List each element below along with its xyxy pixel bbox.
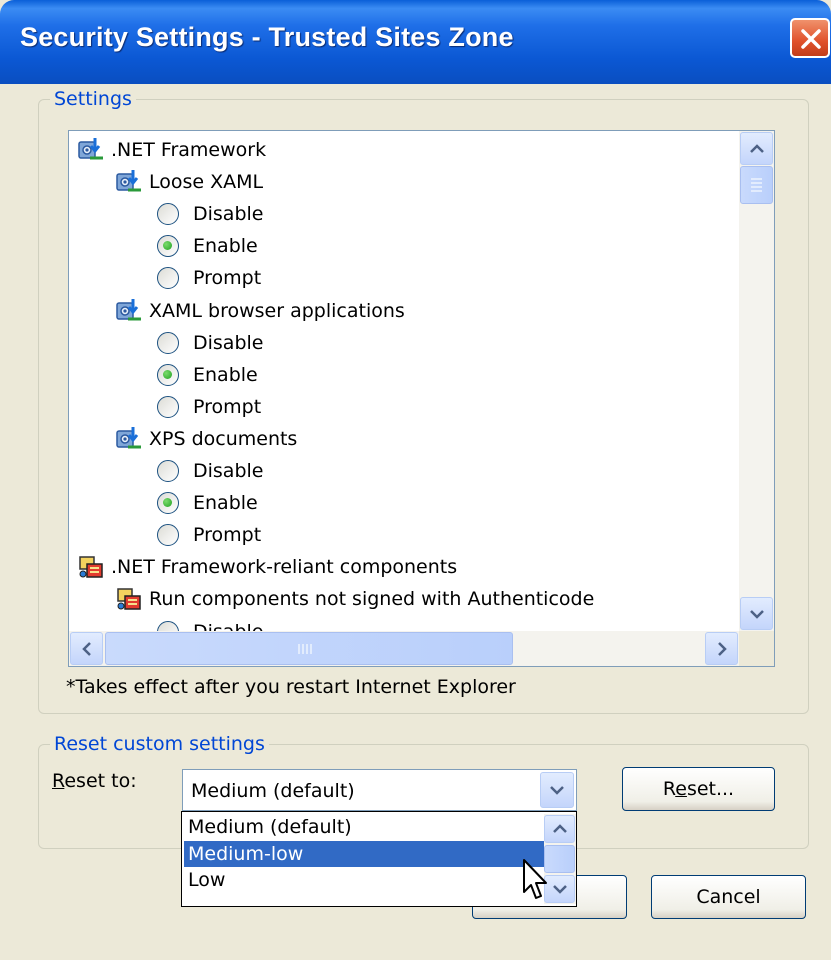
chevron-up-icon <box>749 143 764 153</box>
tree-item-label: Disable <box>193 621 263 632</box>
reset-button-label-part: set... <box>686 778 735 800</box>
cancel-button-label: Cancel <box>696 886 761 908</box>
tree-item-label: Disable <box>193 203 264 226</box>
tree-category: XPS documents <box>115 423 297 455</box>
tree-category: Loose XAML <box>115 166 263 198</box>
tree-radio-option[interactable]: Prompt <box>157 262 261 294</box>
chevron-right-icon <box>717 641 727 656</box>
scroll-down-button[interactable] <box>740 597 773 630</box>
tree-category: .NET Framework <box>77 134 266 166</box>
security-settings-dialog: Security Settings - Trusted Sites Zone S… <box>0 0 831 960</box>
radio-button[interactable] <box>157 203 179 226</box>
radio-button[interactable] <box>157 620 179 631</box>
grip-icon <box>751 178 762 192</box>
vertical-scroll-thumb[interactable] <box>740 166 773 204</box>
horizontal-scroll-thumb[interactable] <box>105 632 513 665</box>
horizontal-scrollbar[interactable] <box>69 631 739 666</box>
mouse-cursor-icon <box>523 859 547 899</box>
chevron-down-icon <box>550 786 564 795</box>
close-icon <box>801 29 821 49</box>
chevron-left-icon <box>81 641 91 656</box>
chevron-up-icon <box>552 824 567 833</box>
tree-item-label: Run components not signed with Authentic… <box>149 588 595 611</box>
scroll-right-button[interactable] <box>705 632 738 665</box>
reset-button-label-part: R <box>662 778 676 800</box>
tree-radio-option[interactable]: Enable <box>157 487 258 519</box>
settings-group-label: Settings <box>50 88 136 110</box>
tree-item-label: Enable <box>193 492 258 515</box>
chevron-down-icon <box>552 885 567 894</box>
settings-tree-content: .NET Framework Loose XAML Disable Enable Pro… <box>69 131 739 631</box>
tree-radio-option[interactable]: Enable <box>157 359 258 391</box>
window-title: Security Settings - Trusted Sites Zone <box>20 22 514 52</box>
reset-button[interactable]: Reset... <box>622 767 775 811</box>
radio-button[interactable] <box>157 331 179 354</box>
tree-item-label: Disable <box>193 331 264 354</box>
tree-radio-option[interactable]: Disable <box>157 327 263 359</box>
tree-item-label: Enable <box>193 235 258 258</box>
scrollbar-corner <box>739 631 774 666</box>
radio-button[interactable] <box>157 267 179 290</box>
tree-radio-option[interactable]: Prompt <box>157 519 261 551</box>
settings-tree[interactable]: .NET Framework Loose XAML Disable Enable Pro… <box>68 130 775 667</box>
cancel-button[interactable]: Cancel <box>651 875 806 919</box>
reset-group-label: Reset custom settings <box>50 733 269 755</box>
radio-button[interactable] <box>157 363 179 386</box>
tree-radio-option[interactable]: Prompt <box>157 391 261 423</box>
close-button[interactable] <box>790 18 830 58</box>
net-settings-icon <box>115 297 143 325</box>
reset-to-hotkey: R <box>52 770 65 792</box>
tree-item-label: .NET Framework-reliant components <box>111 556 458 579</box>
grip-icon <box>298 644 312 654</box>
tree-radio-option[interactable]: Disable <box>157 455 263 487</box>
tree-radio-option[interactable]: Disable <box>157 616 263 632</box>
scroll-left-button[interactable] <box>70 632 103 665</box>
dropdown-scroll-up-button[interactable] <box>544 815 575 843</box>
dropdown-option[interactable]: Low <box>184 867 544 893</box>
reset-to-label: Reset to: <box>52 770 137 792</box>
net-settings-icon <box>115 168 143 196</box>
net-settings-icon <box>77 136 105 164</box>
tree-radio-option[interactable]: Enable <box>157 230 258 262</box>
components-icon <box>115 585 143 613</box>
radio-button[interactable] <box>157 395 179 418</box>
radio-button[interactable] <box>157 235 179 258</box>
tree-radio-option[interactable]: Disable <box>157 198 263 230</box>
reset-to-label-rest: eset to: <box>64 770 137 792</box>
tree-item-label: Prompt <box>193 267 262 290</box>
radio-button[interactable] <box>157 524 179 547</box>
chevron-down-icon <box>749 609 764 619</box>
tree-item-label: Loose XAML <box>149 171 264 194</box>
tree-category: XAML browser applications <box>115 295 405 327</box>
tree-item-label: XPS documents <box>149 427 298 450</box>
tree-item-label: .NET Framework <box>111 139 267 161</box>
tree-category: Run components not signed with Authentic… <box>115 583 594 615</box>
tree-category: .NET Framework-reliant components <box>77 551 457 583</box>
net-settings-icon <box>115 425 143 453</box>
tree-item-label: Disable <box>193 460 264 482</box>
restart-note: *Takes effect after you restart Internet… <box>66 676 516 698</box>
tree-item-label: Prompt <box>193 395 262 418</box>
reset-level-select[interactable]: Medium (default) <box>182 769 577 811</box>
components-icon <box>77 553 105 581</box>
radio-button[interactable] <box>157 460 179 482</box>
dropdown-option[interactable]: Medium-low <box>184 840 544 867</box>
dropdown-arrow-button[interactable] <box>540 772 574 808</box>
reset-level-dropdown-list[interactable]: Medium (default) Medium-low Low <box>181 811 577 907</box>
title-bar[interactable]: Security Settings - Trusted Sites Zone <box>0 0 831 84</box>
reset-button-label: Reset... <box>663 778 734 800</box>
tree-item-label: Prompt <box>193 524 262 547</box>
reset-level-value: Medium (default) <box>191 780 355 802</box>
tree-item-label: Enable <box>193 363 258 386</box>
tree-item-label: XAML browser applications <box>149 299 405 322</box>
scroll-up-button[interactable] <box>740 132 773 165</box>
radio-button[interactable] <box>157 492 179 515</box>
reset-button-hotkey: e <box>675 778 687 800</box>
vertical-scrollbar[interactable] <box>739 131 774 631</box>
dropdown-option[interactable]: Medium (default) <box>184 814 544 840</box>
